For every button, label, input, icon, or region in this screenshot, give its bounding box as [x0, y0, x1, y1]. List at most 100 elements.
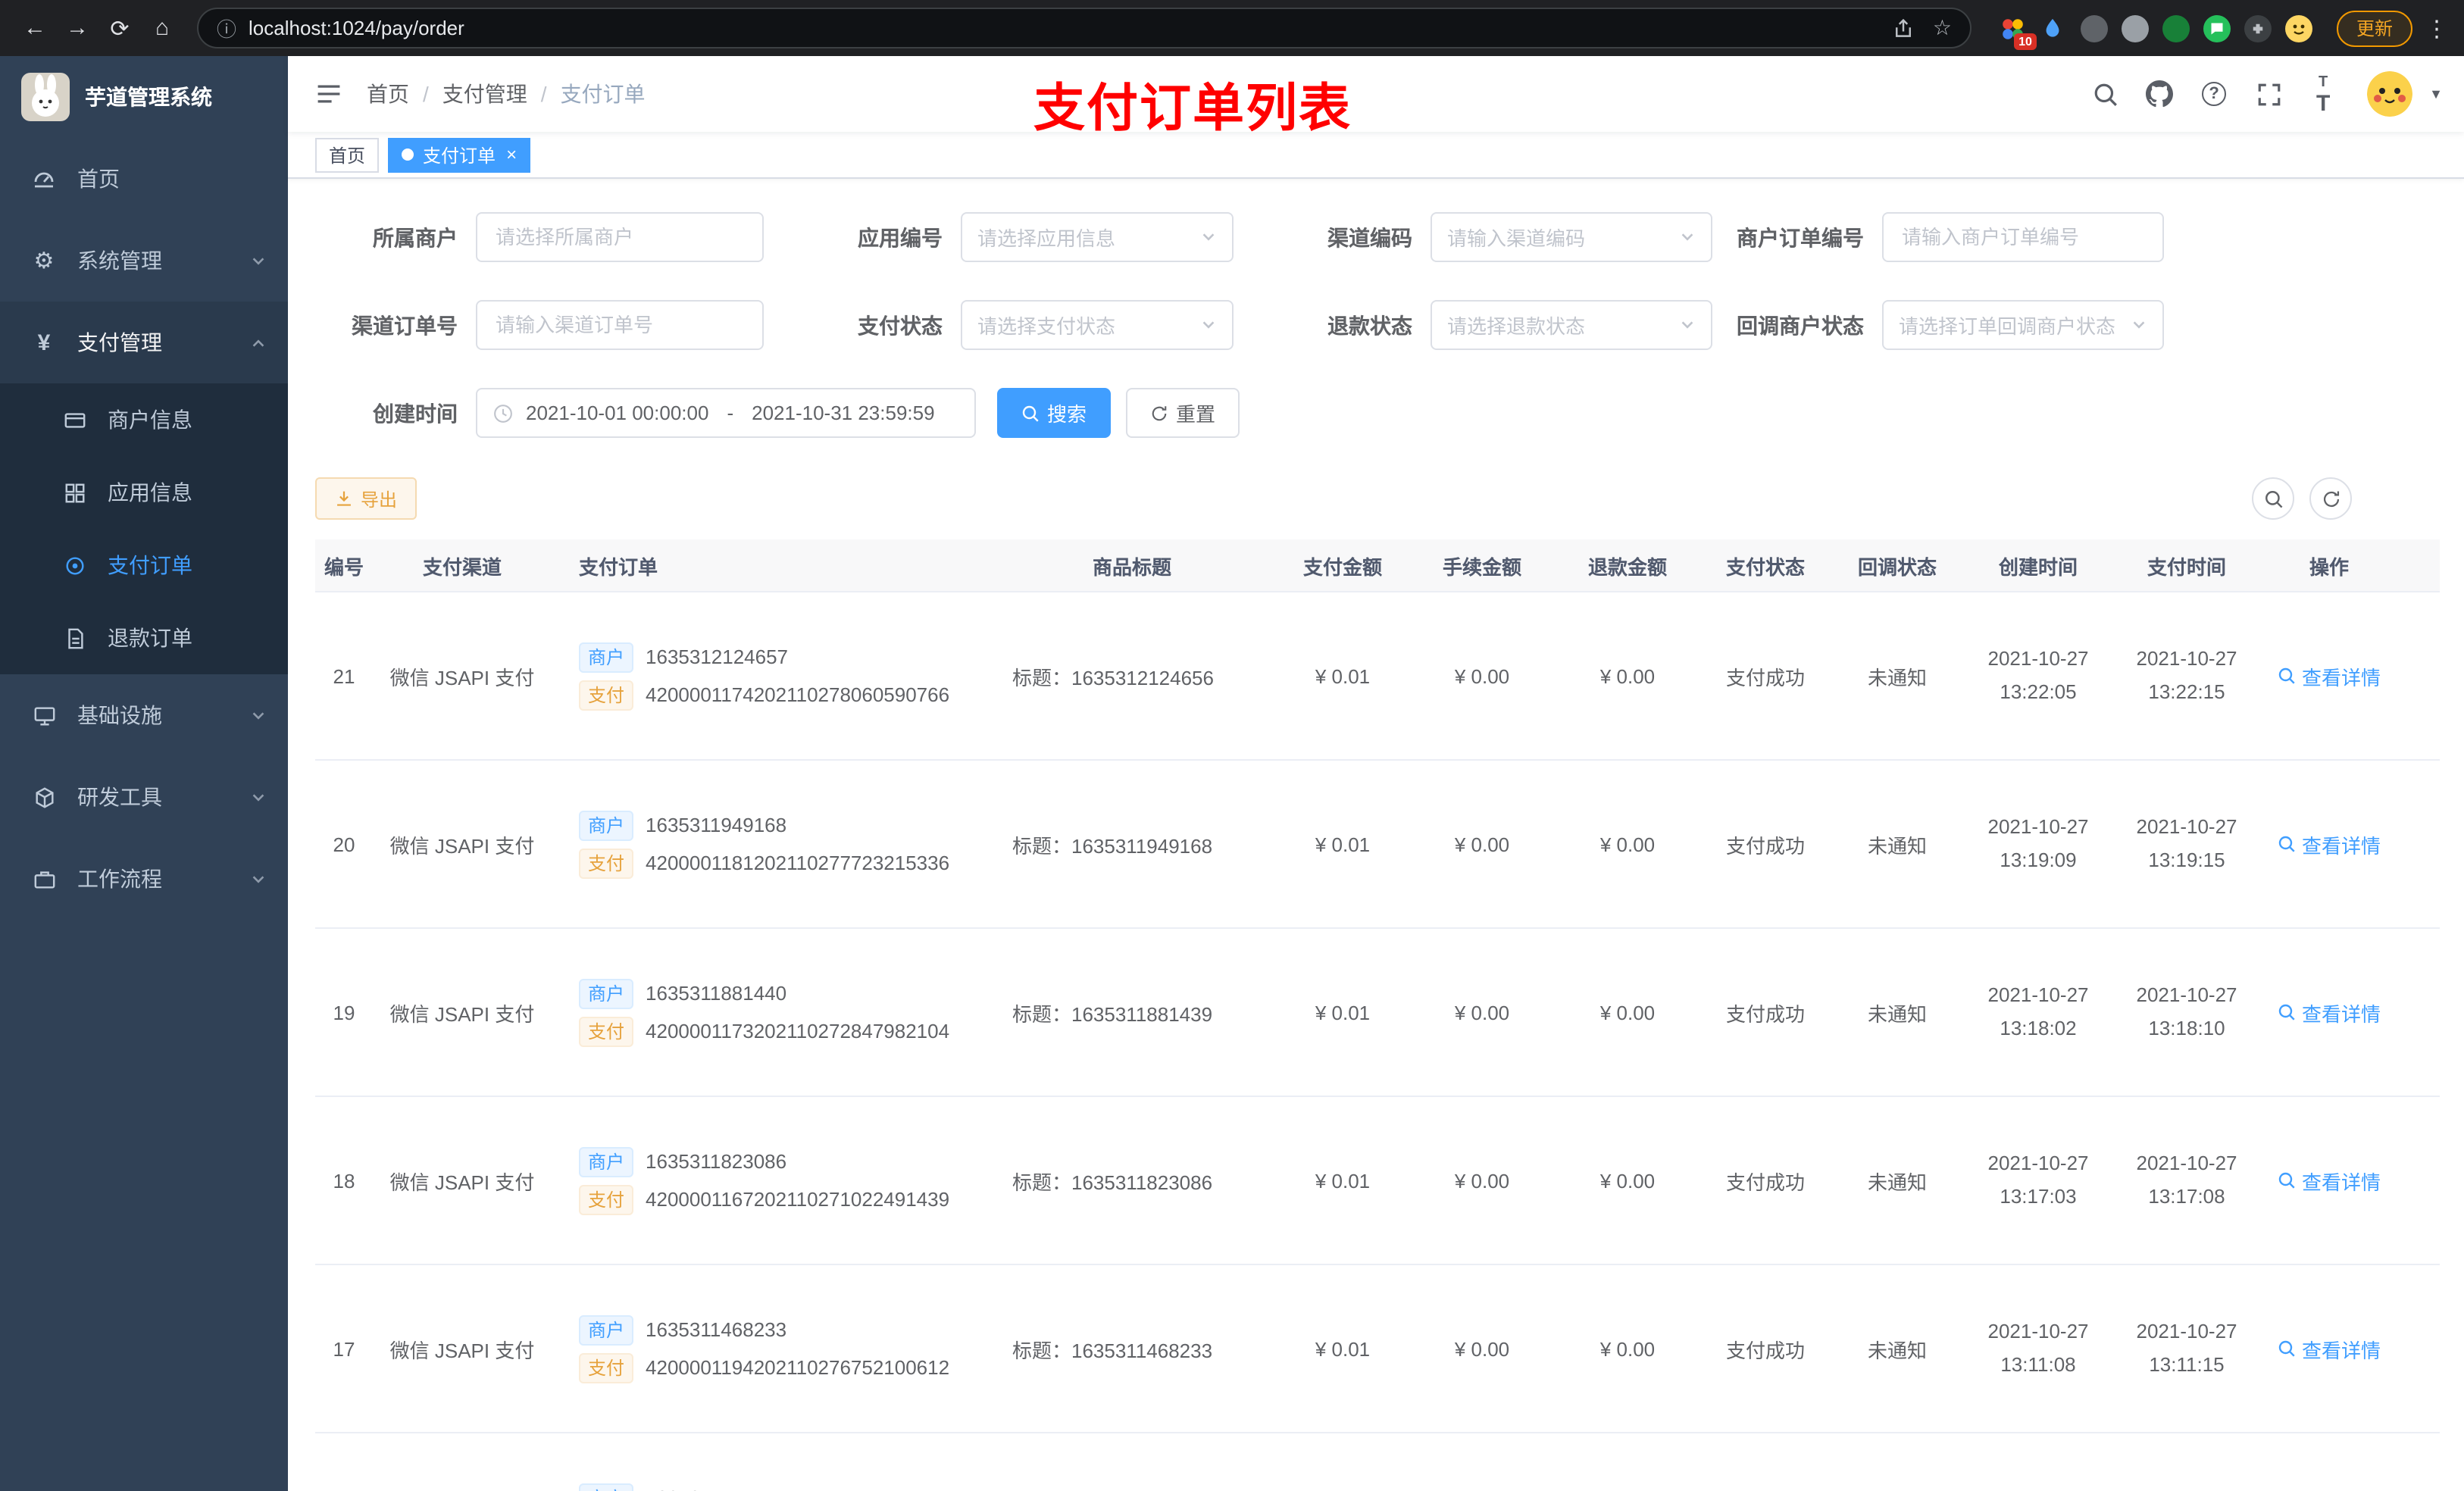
pay-order-line: 支付 4200001194202110276752100612	[579, 1352, 988, 1383]
column-header: 创建时间	[1998, 555, 2078, 578]
create-time-range-picker[interactable]: 2021-10-01 00:00:00 - 2021-10-31 23:59:5…	[476, 388, 976, 438]
search-button-label: 搜索	[1047, 403, 1087, 426]
pay-submenu: 商户信息 应用信息 支付订单 退款订单	[0, 383, 288, 674]
browser-update-button[interactable]: 更新	[2336, 10, 2412, 46]
page-annotation-title: 支付订单列表	[1033, 80, 1352, 138]
view-detail-link[interactable]: 查看详情	[2278, 1334, 2381, 1363]
breadcrumb-section[interactable]: 支付管理	[442, 79, 527, 109]
extension-icon[interactable]	[2121, 14, 2149, 42]
bookmark-star-icon[interactable]: ☆	[1933, 15, 1952, 41]
cell-amount: ¥ 0.01	[1315, 1337, 1371, 1360]
paid-time: 13:18:10	[2148, 1017, 2225, 1039]
chevron-down-icon	[1679, 317, 1696, 333]
search-button[interactable]: 搜索	[997, 388, 1112, 438]
reset-button[interactable]: 重置	[1126, 388, 1240, 438]
close-tab-icon[interactable]: ×	[506, 144, 517, 165]
cell-channel: 微信 JSAPI 支付	[389, 834, 535, 857]
sidebar-item-label: 研发工具	[77, 785, 162, 809]
pay-order-line: 支付 4200001181202110277723215336	[579, 848, 988, 878]
cell-created-time: 2021-10-27 13:11:08	[1964, 1315, 2112, 1382]
paid-date: 2021-10-27	[2136, 814, 2237, 838]
hamburger-icon[interactable]	[315, 80, 342, 108]
cell-amount: ¥ 0.01	[1315, 1169, 1371, 1192]
sidebar-item-system[interactable]: ⚙ 系统管理	[0, 220, 288, 302]
refund-status-select[interactable]: 请选择退款状态	[1431, 300, 1712, 350]
extension-badge: 10	[2014, 33, 2037, 49]
merchant-order-no-field[interactable]	[1899, 224, 2147, 250]
created-date: 2021-10-27	[1987, 646, 2089, 670]
tab-home[interactable]: 首页	[315, 137, 380, 172]
view-detail-link[interactable]: 查看详情	[2278, 661, 2381, 690]
filter-notify-status: 回调商户状态 请选择订单回调商户状态	[1712, 300, 2164, 350]
browser-menu-icon[interactable]: ⋮	[2425, 14, 2449, 42]
view-detail-label: 查看详情	[2301, 1339, 2381, 1361]
home-icon[interactable]: ⌂	[142, 8, 182, 48]
merchant-filter-input[interactable]	[476, 212, 764, 262]
pay-status-select[interactable]: 请选择支付状态	[961, 300, 1234, 350]
sidebar-item-workflow[interactable]: 工作流程	[0, 838, 288, 920]
cell-amount: ¥ 0.01	[1315, 664, 1371, 687]
droplet-extension-icon[interactable]	[2040, 14, 2067, 42]
search-icon[interactable]	[2085, 74, 2125, 114]
orders-table: 编号 支付渠道 支付订单 商品标题 支付金额 手续金额 退款金额 支付状态 回调…	[315, 539, 2440, 1491]
channel-code-select[interactable]: 请输入渠道编码	[1431, 212, 1712, 262]
reload-icon[interactable]: ⟳	[100, 8, 139, 48]
help-icon[interactable]: ?	[2194, 74, 2234, 114]
table-row: 20 微信 JSAPI 支付 商户 1635311949168 支付 42000…	[315, 761, 2440, 929]
column-header: 商品标题	[1092, 555, 1171, 578]
sidebar-item-refund-order[interactable]: 退款订单	[0, 602, 288, 674]
view-detail-link[interactable]: 查看详情	[2278, 830, 2381, 858]
sidebar-item-pay-order[interactable]: 支付订单	[0, 529, 288, 602]
view-detail-link[interactable]: 查看详情	[2278, 1166, 2381, 1195]
cell-fee: ¥ 0.00	[1454, 1169, 1510, 1192]
github-icon[interactable]	[2140, 74, 2179, 114]
sidebar-item-home[interactable]: 首页	[0, 138, 288, 220]
tab-pay-order[interactable]: 支付订单 ×	[388, 137, 531, 172]
sidebar-item-dev-tools[interactable]: 研发工具	[0, 756, 288, 838]
merchant-order-no: 1635311823086	[646, 1150, 787, 1173]
app-no-select[interactable]: 请选择应用信息	[961, 212, 1234, 262]
cell-refund: ¥ 0.00	[1599, 664, 1656, 687]
fullscreen-icon[interactable]	[2249, 74, 2288, 114]
cell-action: 查看详情	[2261, 830, 2397, 858]
extension-icon[interactable]	[2080, 14, 2108, 42]
address-bar[interactable]: ⓘ localhost:1024/pay/order ☆	[197, 8, 1972, 48]
forward-icon[interactable]: →	[58, 8, 97, 48]
site-info-icon[interactable]: ⓘ	[217, 14, 236, 42]
sidebar-item-pay[interactable]: ¥ 支付管理	[0, 302, 288, 383]
cell-pay-status: 支付成功	[1725, 1171, 1805, 1193]
user-avatar[interactable]	[2367, 71, 2413, 117]
app-logo[interactable]: 芋道管理系统	[0, 56, 288, 138]
back-icon[interactable]: ←	[15, 8, 55, 48]
column-header: 支付订单	[579, 555, 658, 578]
extension-icon[interactable]	[2162, 14, 2190, 42]
smiley-extension-icon[interactable]	[2284, 14, 2312, 42]
document-icon	[61, 627, 88, 649]
channel-order-no-field[interactable]	[492, 312, 747, 338]
filter-label: 渠道编码	[1327, 225, 1412, 249]
sidebar-item-app-info[interactable]: 应用信息	[0, 456, 288, 529]
extension-icon[interactable]: 10	[1999, 14, 2037, 49]
monitor-icon	[30, 704, 58, 727]
sidebar-item-infra[interactable]: 基础设施	[0, 674, 288, 756]
cell-refund: ¥ 0.00	[1599, 1337, 1656, 1360]
filter-row: 渠道订单号 支付状态 请选择支付状态 退款状态	[315, 300, 2440, 350]
filter-label: 创建时间	[373, 401, 458, 425]
channel-order-no-input[interactable]	[476, 300, 764, 350]
font-size-icon[interactable]: TT	[2303, 74, 2343, 117]
share-icon[interactable]	[1893, 17, 1915, 39]
merchant-input[interactable]	[492, 224, 747, 250]
sidebar-item-merchant-info[interactable]: 商户信息	[0, 383, 288, 456]
view-detail-link[interactable]: 查看详情	[2278, 998, 2381, 1027]
puzzle-extension-icon[interactable]	[2244, 14, 2272, 42]
chat-extension-icon[interactable]	[2203, 14, 2231, 42]
created-time: 13:18:02	[2000, 1017, 2077, 1039]
breadcrumb-separator: /	[540, 82, 547, 106]
merchant-order-no-input[interactable]	[1882, 212, 2164, 262]
export-button[interactable]: 导出	[315, 477, 417, 520]
avatar-caret-icon[interactable]: ▼	[2429, 86, 2443, 102]
breadcrumb-home[interactable]: 首页	[367, 79, 409, 109]
toggle-search-icon[interactable]	[2252, 477, 2294, 520]
notify-status-select[interactable]: 请选择订单回调商户状态	[1882, 300, 2164, 350]
refresh-icon[interactable]	[2309, 477, 2352, 520]
